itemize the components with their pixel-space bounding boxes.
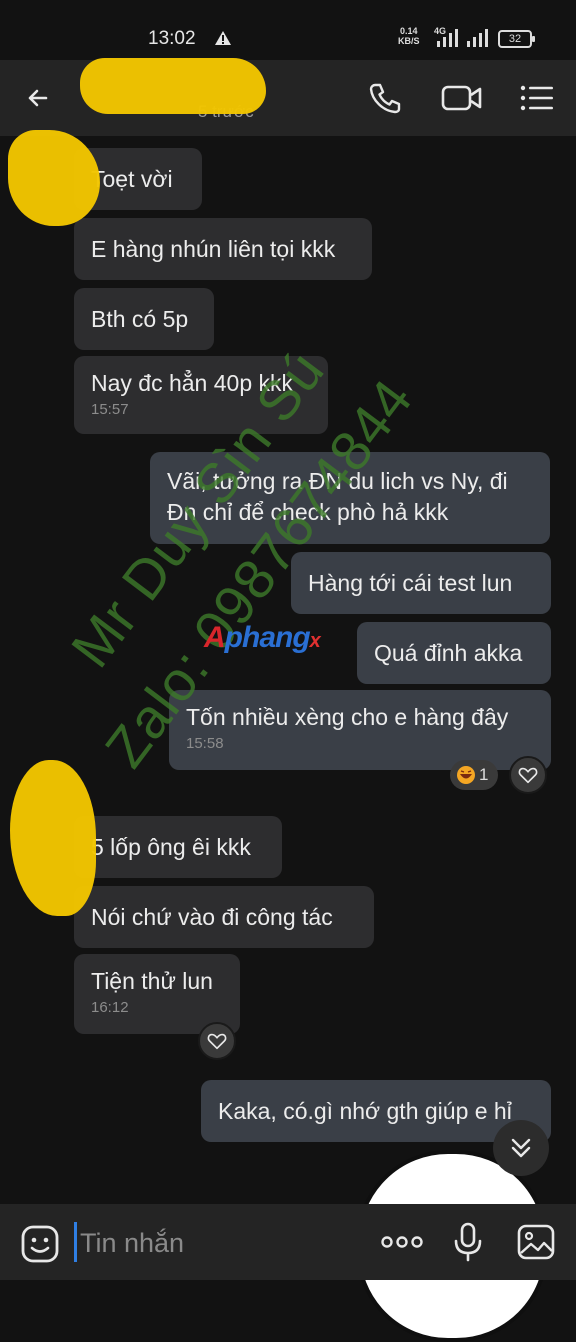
- laughing-emoji-icon: [457, 766, 475, 784]
- message-text: Toẹt vời: [91, 166, 173, 192]
- signal-icon: [437, 29, 458, 47]
- heart-icon: [207, 1033, 227, 1050]
- phone-icon[interactable]: [366, 80, 404, 116]
- message-text: Nói chứ vào đi công tác: [91, 904, 333, 930]
- reaction-count[interactable]: 1: [450, 760, 498, 790]
- redaction-mark: [80, 58, 266, 114]
- message-bubble[interactable]: Tốn nhiều xèng cho e hàng đây 15:58: [169, 690, 551, 770]
- double-chevron-down-icon: [511, 1138, 531, 1158]
- message-text: 5 lốp ông êi kkk: [91, 834, 251, 860]
- like-reaction-button[interactable]: [198, 1022, 236, 1060]
- logo-x: x: [309, 630, 321, 652]
- message-text: Bth có 5p: [91, 306, 189, 332]
- like-reaction-button[interactable]: [509, 756, 547, 794]
- heart-icon: [518, 767, 538, 784]
- microphone-icon[interactable]: [452, 1222, 484, 1262]
- net-speed-value: 0.14: [399, 26, 418, 36]
- reaction-count-value: 1: [479, 765, 489, 784]
- message-time: 16:12: [91, 999, 129, 1016]
- message-text: E hàng nhún liên tọi kkk: [91, 236, 336, 262]
- text-cursor: [74, 1222, 77, 1262]
- message-text: Tốn nhiều xèng cho e hàng đây: [186, 704, 509, 730]
- message-bubble[interactable]: Bth có 5p: [74, 288, 214, 350]
- signal-icon: [467, 29, 488, 47]
- emoji-icon[interactable]: [20, 1224, 60, 1264]
- video-call-icon[interactable]: [440, 80, 484, 116]
- message-text: Tiện thử lun: [91, 968, 213, 994]
- message-text: Hàng tới cái test lun: [308, 570, 513, 596]
- message-composer: [0, 1204, 576, 1280]
- status-bar: 13:02 0.14 KB/S 4G 32: [0, 0, 576, 60]
- menu-icon[interactable]: [518, 80, 556, 116]
- more-icon[interactable]: [380, 1222, 424, 1262]
- message-text: Quá đỉnh akka: [374, 640, 523, 666]
- net-speed-unit: KB/S: [398, 36, 420, 46]
- logo-word: phang: [224, 621, 311, 654]
- watermark-logo: Aphangx: [204, 621, 321, 655]
- message-bubble[interactable]: Hàng tới cái test lun: [291, 552, 551, 614]
- message-bubble[interactable]: E hàng nhún liên tọi kkk: [74, 218, 372, 280]
- warning-icon: [215, 31, 231, 45]
- message-bubble[interactable]: 5 lốp ông êi kkk: [74, 816, 282, 878]
- message-text: Kaka, có.gì nhớ gth giúp e hỉ: [218, 1098, 512, 1124]
- message-list[interactable]: Toẹt vời E hàng nhún liên tọi kkk Bth có…: [0, 136, 576, 1204]
- logo-letter: A: [204, 621, 226, 654]
- message-time: 15:58: [186, 735, 224, 752]
- back-arrow-icon[interactable]: [22, 82, 54, 114]
- message-bubble[interactable]: Nói chứ vào đi công tác: [74, 886, 374, 948]
- status-time: 13:02: [148, 28, 196, 49]
- net-speed: 0.14 KB/S: [398, 26, 420, 46]
- image-icon[interactable]: [516, 1222, 556, 1262]
- message-bubble[interactable]: Quá đỉnh akka: [357, 622, 551, 684]
- message-input[interactable]: [78, 1222, 362, 1264]
- scroll-to-bottom-button[interactable]: [493, 1120, 549, 1176]
- battery-icon: 32: [498, 30, 535, 48]
